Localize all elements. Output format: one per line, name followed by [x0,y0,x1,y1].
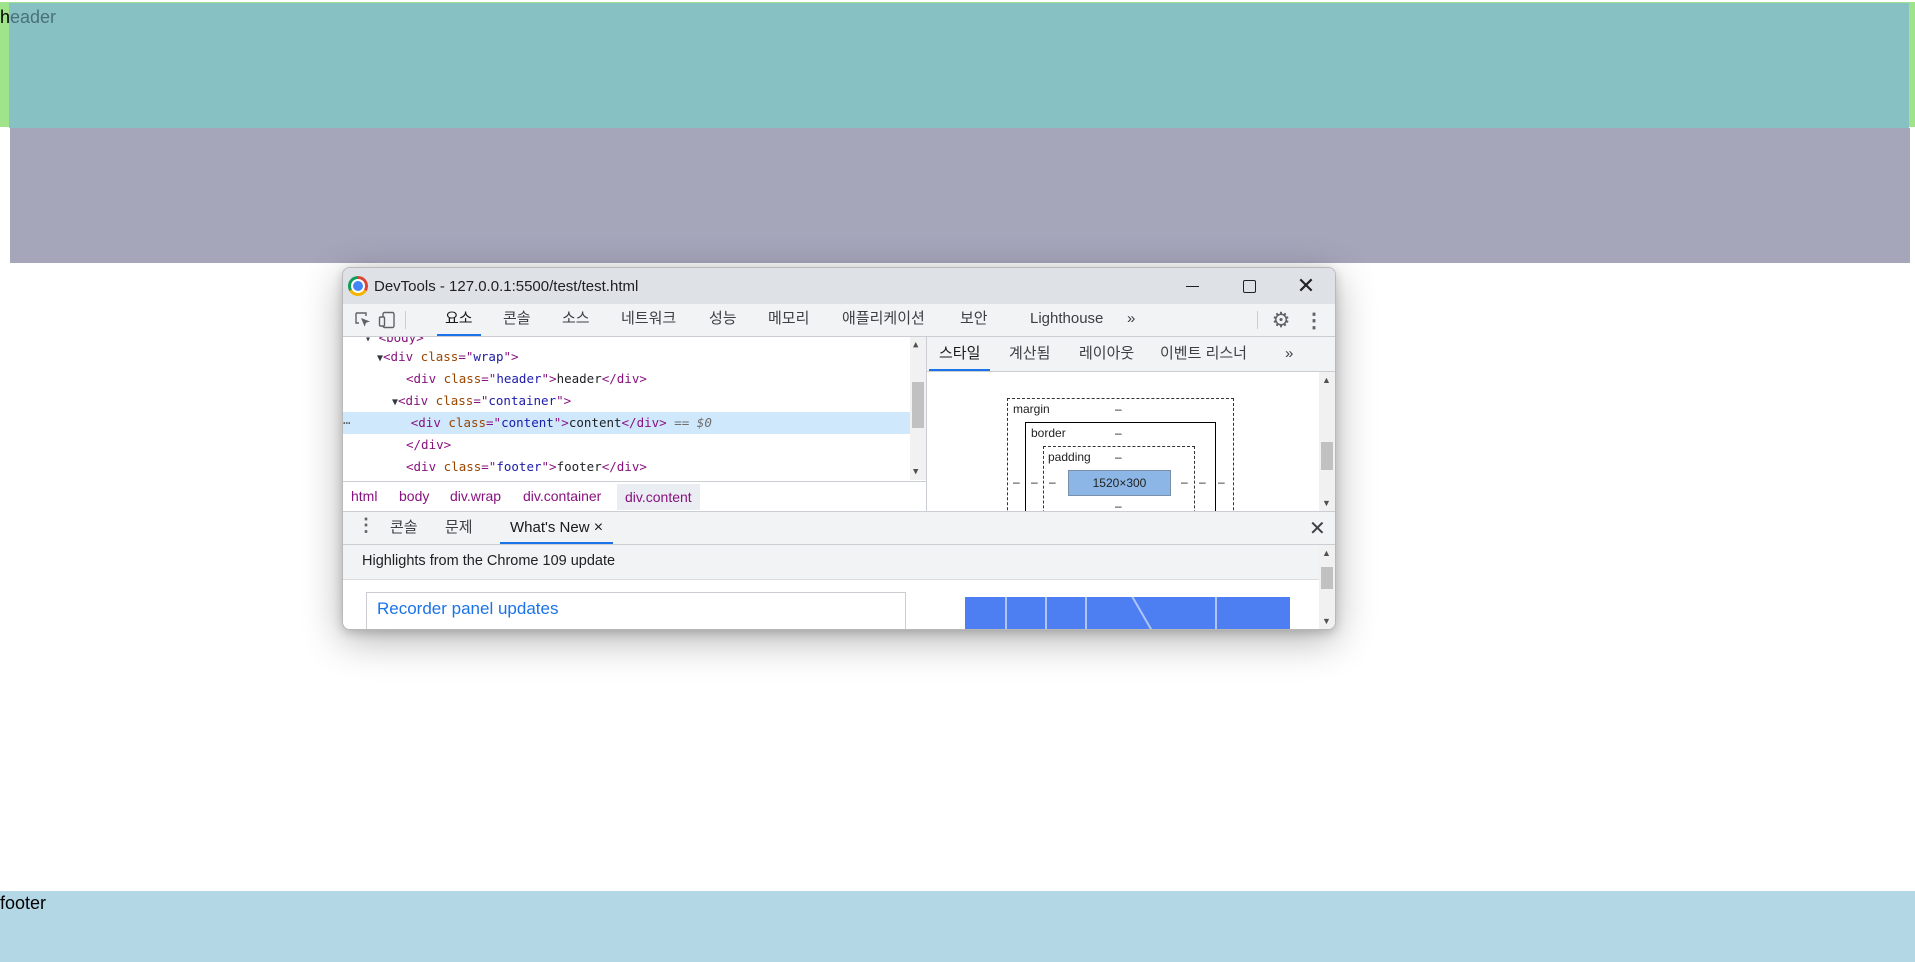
recorder-update-card[interactable]: Recorder panel updates [366,592,906,629]
border-top-value[interactable]: – [1115,426,1122,440]
tab-console[interactable]: 콘솔 [501,304,533,335]
more-tabs-button[interactable]: » [1125,304,1137,335]
padding-bottom-value[interactable]: – [1115,499,1122,511]
chrome-logo-icon [348,276,368,296]
breadcrumb: html body div.wrap div.container div.con… [343,481,926,512]
dom-scrollbar[interactable]: ▲ ▼ [910,337,926,480]
dom-node-wrap[interactable]: ▼<div class="wrap"> [377,346,926,368]
scroll-up-icon[interactable]: ▲ [913,340,918,350]
scroll-up-icon[interactable]: ▲ [1322,548,1331,558]
tab-styles[interactable]: 스타일 [928,337,991,371]
box-model-content-size[interactable]: 1520×300 [1068,470,1171,496]
margin-label: margin [1013,402,1050,416]
margin-right-value[interactable]: – [1218,475,1225,489]
sidebar-tabs: 스타일 계산됨 레이아웃 이벤트 리스너 » [927,337,1335,372]
dom-node-content-selected[interactable]: ⋯ <div class="content">content</div> == … [343,412,910,434]
close-tab-icon[interactable]: × [594,519,603,536]
drawer-tab-console[interactable]: 콘솔 [390,512,418,543]
styles-scroll-thumb[interactable] [1321,442,1333,470]
device-toggle-button[interactable] [377,310,397,330]
tab-event-listeners[interactable]: 이벤트 리스너 [1160,337,1247,370]
tab-elements[interactable]: 요소 [437,304,481,336]
card-title-link[interactable]: Recorder panel updates [377,599,558,619]
device-toolbar-icon [378,311,395,329]
box-model-panel: margin – border – padding – – – – 1520×3… [927,372,1335,511]
maximize-icon [1242,279,1256,293]
maximize-button[interactable] [1220,268,1278,304]
sidebar-more-tabs-button[interactable]: » [1285,337,1293,370]
node-actions-ellipsis[interactable]: ⋯ [343,415,351,430]
devtools-toolbar: 요소 콘솔 소스 네트워크 성능 메모리 애플리케이션 보안 Lighthous… [343,304,1335,337]
page-header [9,3,1909,128]
page-header-text: header [0,7,57,27]
tab-network[interactable]: 네트워크 [619,304,678,335]
breadcrumb-body[interactable]: body [399,488,429,504]
padding-left-value[interactable]: – [1049,475,1056,489]
dom-tree: ▾ <body> ▼<div class="wrap"> <div class=… [343,337,926,480]
minimize-button[interactable] [1163,268,1221,304]
tab-performance[interactable]: 성능 [707,304,739,335]
dom-node-container-close[interactable]: </div> [406,434,926,456]
tab-layout[interactable]: 레이아웃 [1079,337,1134,370]
drawer-tabs: ⋮ 콘솔 문제 What's New × ✕ [343,512,1335,545]
tab-lighthouse[interactable]: Lighthouse [1028,304,1105,335]
page-content [10,128,1910,263]
padding-right-value[interactable]: – [1181,475,1188,489]
page-footer-text: footer [0,893,47,913]
dom-node-header[interactable]: <div class="header">header</div> [406,368,926,390]
dom-scroll-thumb[interactable] [912,382,924,428]
tab-application[interactable]: 애플리케이션 [840,304,927,335]
whats-new-header: Highlights from the Chrome 109 update [343,545,1319,580]
tab-memory[interactable]: 메모리 [766,304,811,335]
breadcrumb-html[interactable]: html [351,488,377,504]
tab-security[interactable]: 보안 [958,304,990,335]
highlights-text: Highlights from the Chrome 109 update [362,553,616,569]
breadcrumb-div-wrap[interactable]: div.wrap [450,488,501,504]
tab-sources[interactable]: 소스 [560,304,592,335]
border-left-value[interactable]: – [1031,475,1038,489]
whats-new-panel: Highlights from the Chrome 109 update Re… [343,545,1335,629]
tab-computed[interactable]: 계산됨 [1009,337,1050,370]
styles-scrollbar[interactable]: ▲ ▼ [1319,372,1335,511]
border-right-value[interactable]: – [1199,475,1206,489]
padding-label: padding [1048,450,1091,464]
page-footer [0,891,1915,962]
inspect-cursor-icon [355,312,370,327]
scroll-up-icon[interactable]: ▲ [1322,375,1331,385]
close-drawer-button[interactable]: ✕ [1309,516,1326,541]
minimize-icon [1185,285,1199,287]
margin-top-value[interactable]: – [1115,402,1122,416]
padding-top-value[interactable]: – [1115,450,1122,464]
devtools-titlebar[interactable]: DevTools - 127.0.0.1:5500/test/test.html… [343,268,1335,304]
scroll-down-icon[interactable]: ▼ [913,467,918,477]
devtools-window: DevTools - 127.0.0.1:5500/test/test.html… [342,267,1336,630]
scroll-down-icon[interactable]: ▼ [1322,498,1331,508]
whats-new-scroll-thumb[interactable] [1321,567,1333,589]
inspect-element-button[interactable] [353,310,373,330]
whats-new-banner-image[interactable] [965,597,1290,629]
toolbar-divider [405,311,406,329]
margin-left-value[interactable]: – [1013,475,1020,489]
breadcrumb-div-content[interactable]: div.content [617,484,700,510]
close-window-button[interactable]: ✕ [1277,268,1335,304]
toolbar-divider [1257,311,1258,329]
whats-new-scrollbar[interactable]: ▲ ▼ [1319,545,1335,629]
drawer-tab-issues[interactable]: 문제 [445,512,473,543]
breadcrumb-div-container[interactable]: div.container [523,488,601,504]
border-label: border [1031,426,1066,440]
drawer-menu-icon[interactable]: ⋮ [357,515,375,536]
scroll-down-icon[interactable]: ▼ [1322,616,1331,626]
dom-node-container[interactable]: ▼<div class="container"> [392,390,926,412]
drawer-tab-whats-new[interactable]: What's New × [499,512,614,544]
settings-gear-icon[interactable]: ⚙ [1271,309,1291,332]
devtools-title: DevTools - 127.0.0.1:5500/test/test.html [374,278,639,295]
customize-menu-icon[interactable]: ⋮ [1304,310,1324,332]
dom-node-footer[interactable]: <div class="footer">footer</div> [406,456,926,478]
